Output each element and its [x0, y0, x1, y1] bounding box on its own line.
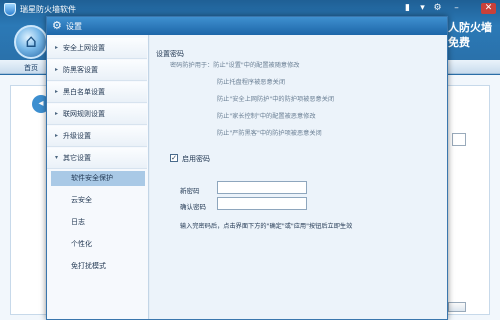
confirm-password-label: 确认密码	[180, 203, 206, 211]
gear-icon: ⚙	[52, 19, 62, 32]
settings-icon[interactable]: ⚙	[432, 3, 443, 14]
close-icon[interactable]: ✕	[481, 3, 496, 14]
chevron-right-icon: ▸	[55, 132, 59, 139]
chevron-right-icon: ▸	[55, 44, 59, 51]
sidebar-item-label: 其它设置	[63, 154, 91, 162]
brand-line-1: 人防火墙	[448, 21, 492, 34]
sidebar-item-upgrade[interactable]: ▸ 升级设置	[47, 126, 147, 147]
sidebar-item-anti-hacker[interactable]: ▸ 防黑客设置	[47, 60, 147, 81]
password-note: 防止"严防黑客"中的防护项被恶意关闭	[217, 130, 322, 137]
tab-home[interactable]: 首页	[24, 63, 38, 73]
password-note: 防止托盘程序被恶意关闭	[217, 79, 286, 86]
chevron-right-icon: ▸	[55, 88, 59, 95]
sidebar-item-web-security[interactable]: ▸ 安全上网设置	[47, 38, 147, 59]
password-note: 防止"安全上网防护"中的防护项被恶意关闭	[217, 96, 335, 103]
new-password-field[interactable]	[217, 181, 307, 194]
section-title: 设置密码	[156, 50, 184, 58]
chevron-right-icon: ▸	[55, 66, 59, 73]
new-password-label: 新密码	[180, 187, 200, 195]
sidebar-item-label: 安全上网设置	[63, 44, 105, 52]
sidebar-subitem-label: 免打扰模式	[71, 262, 106, 270]
sidebar-subitem-software-protection[interactable]: 软件安全保护	[51, 171, 145, 186]
home-icon[interactable]: ⌂	[14, 25, 48, 59]
sidebar-subitem-cloud-security[interactable]: 云安全	[51, 193, 145, 208]
dialog-titlebar: ⚙ 设置	[47, 17, 447, 35]
skin-icon[interactable]: ▮	[402, 3, 413, 14]
brand-line-2: 免费	[448, 36, 470, 49]
background-button	[448, 302, 466, 312]
sidebar-item-network-rules[interactable]: ▸ 联网规则设置	[47, 104, 147, 125]
password-note: 防止"家长控制"中的配置被恶意修改	[217, 113, 316, 120]
dialog-title: 设置	[66, 22, 82, 31]
sidebar-item-label: 防黑客设置	[63, 66, 98, 74]
password-note: 密码防护用于：防止"设置"中的配置被随意修改	[170, 62, 300, 69]
sidebar-subitem-do-not-disturb[interactable]: 免打扰模式	[51, 259, 145, 274]
sidebar-subitem-personalize[interactable]: 个性化	[51, 237, 145, 252]
enable-password-label: 启用密码	[182, 155, 210, 163]
chevron-down-icon: ▾	[55, 154, 59, 161]
brand-text: 人防火墙 免费	[448, 20, 492, 50]
sidebar-item-label: 升级设置	[63, 132, 91, 140]
sidebar-item-label: 联网规则设置	[63, 110, 105, 118]
background-field	[452, 133, 466, 146]
confirm-password-field[interactable]	[217, 197, 307, 210]
sidebar-subitem-label: 个性化	[71, 240, 92, 248]
sidebar-item-label: 黑白名单设置	[63, 88, 105, 96]
app-logo	[4, 3, 16, 16]
sidebar-subitem-label: 软件安全保护	[71, 174, 113, 182]
minimize-icon[interactable]: –	[451, 3, 462, 14]
sidebar-subitem-label: 日志	[71, 218, 85, 226]
app-title: 瑞星防火墙软件	[20, 5, 76, 14]
settings-sidebar: ▸ 安全上网设置 ▸ 防黑客设置 ▸ 黑白名单设置 ▸ 联网规则设置 ▸ 升级设…	[47, 35, 149, 319]
menu-icon[interactable]: ▾	[417, 3, 428, 14]
settings-dialog: ⚙ 设置 ▸ 安全上网设置 ▸ 防黑客设置 ▸ 黑白名单设置 ▸ 联网规则设置 …	[46, 16, 448, 320]
sidebar-subitem-label: 云安全	[71, 196, 92, 204]
password-hint: 输入完密码后，点击界面下方的"确定"或"应用"按钮后立即生效	[180, 223, 353, 230]
chevron-right-icon: ▸	[55, 110, 59, 117]
settings-content: 设置密码 密码防护用于：防止"设置"中的配置被随意修改 防止托盘程序被恶意关闭 …	[150, 35, 447, 319]
sidebar-item-other[interactable]: ▾ 其它设置	[47, 148, 147, 169]
sidebar-subitem-log[interactable]: 日志	[51, 215, 145, 230]
enable-password-checkbox[interactable]: ✓	[170, 154, 178, 162]
sidebar-item-blacklist[interactable]: ▸ 黑白名单设置	[47, 82, 147, 103]
